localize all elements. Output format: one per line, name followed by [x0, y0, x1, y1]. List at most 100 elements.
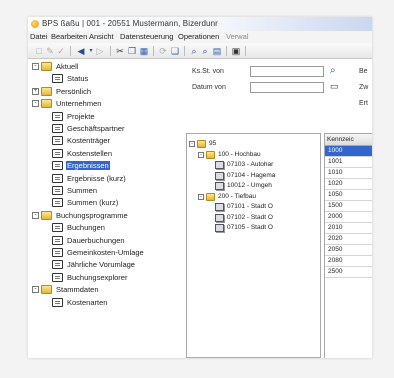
- menu-datensteuerung[interactable]: Datensteuerung: [120, 32, 173, 41]
- project-node-label: 100 - Hochbau: [218, 150, 261, 158]
- menu-verwaltung[interactable]: Verwal: [226, 32, 249, 41]
- print-icon[interactable]: ▣: [231, 46, 241, 56]
- nav-item-projekte[interactable]: Projekte: [43, 111, 176, 122]
- nav-item-jahrliche-vorumlage[interactable]: Jährliche Vorumlage: [43, 260, 176, 270]
- folder-icon: [206, 192, 215, 201]
- project-node-200-tiefbau[interactable]: - 200 - Tiefbau: [198, 192, 319, 202]
- project-node-07105-stadt-o[interactable]: 07105 - Stadt O: [207, 224, 319, 233]
- project-icon: [215, 161, 224, 169]
- nav-item-personlich[interactable]: + Persönlich: [32, 86, 176, 97]
- nav-item-geschaftspartner[interactable]: Geschäftspartner: [43, 124, 176, 134]
- nav-item-aktuell[interactable]: - Aktuell: [32, 62, 176, 72]
- refresh-icon[interactable]: ⟳: [158, 46, 168, 56]
- folder-icon: [41, 62, 52, 71]
- expand-icon[interactable]: +: [32, 87, 39, 95]
- project-node-07101-stadt-o[interactable]: 07101 - Stadt O: [207, 203, 319, 212]
- toolbar-separator: [110, 46, 111, 56]
- calendar-icon[interactable]: ▭: [330, 81, 339, 92]
- nav-item-label: Ergebnissen: [66, 161, 110, 171]
- back-icon[interactable]: ◀: [76, 46, 86, 56]
- nav-item-summen[interactable]: Summen: [43, 186, 176, 196]
- nav-item-gemeinkosten-umlage[interactable]: Gemeinkosten-Umlage: [43, 248, 176, 258]
- nav-item-ergebnissen[interactable]: Ergebnissen: [43, 161, 176, 171]
- project-node-07104-hagema[interactable]: 07104 - Hagema: [207, 171, 319, 181]
- document-icon: [52, 161, 63, 171]
- table-row[interactable]: 1050: [325, 190, 372, 201]
- toolbar-separator: [245, 46, 246, 56]
- menu-ansicht[interactable]: Ansicht: [89, 32, 114, 41]
- table-row[interactable]: 2080: [325, 256, 372, 267]
- table-row[interactable]: 1010: [325, 168, 372, 179]
- nav-item-label: Jährliche Vorumlage: [67, 260, 135, 270]
- table-row[interactable]: 1000: [325, 146, 372, 157]
- project-node-label: 07102 - Stadt O: [227, 213, 273, 221]
- project-node-07103-autohar[interactable]: 07103 - Autohar: [207, 161, 319, 170]
- project-node-label: 07101 - Stadt O: [227, 203, 273, 210]
- nav-item-kostentrager[interactable]: Kostenträger: [43, 136, 176, 146]
- project-icon: [215, 182, 224, 190]
- nav-item-buchungsprogramme[interactable]: - Buchungsprogramme: [32, 210, 176, 221]
- nav-item-kostenarten[interactable]: Kostenarten: [43, 297, 176, 308]
- copy-icon[interactable]: ❐: [127, 46, 137, 56]
- results-grid[interactable]: Kennzeic 1000 1001 1010 1020 1050 1500 2000 201…: [324, 133, 372, 358]
- search-icon[interactable]: ⌕: [330, 65, 336, 76]
- paste-icon[interactable]: ▦: [139, 46, 149, 56]
- find-next-icon[interactable]: ⌕: [200, 46, 210, 56]
- toolbar-separator: [70, 46, 71, 56]
- nav-item-summen-kurz[interactable]: Summen (kurz): [43, 198, 176, 208]
- document-icon: [52, 148, 63, 158]
- project-node-95[interactable]: - 95: [189, 140, 319, 149]
- document-icon: [52, 297, 63, 307]
- cut-icon[interactable]: ✂: [115, 46, 125, 56]
- project-tree[interactable]: -95-100 - Hochbau 07103 - Autohar 07104 - …: [186, 133, 321, 358]
- project-node-label: 07105 - Stadt O: [227, 224, 273, 231]
- nav-item-buchungen[interactable]: Buchungen: [43, 223, 176, 233]
- edit-icon[interactable]: ✎: [45, 46, 55, 56]
- menu-operationen[interactable]: Operationen: [178, 32, 219, 41]
- table-row[interactable]: 2500: [325, 267, 372, 278]
- grid-header-kennzeichen[interactable]: Kennzeic: [325, 134, 372, 146]
- table-row[interactable]: 2050: [325, 245, 372, 256]
- find-icon[interactable]: ⌕: [189, 46, 199, 56]
- table-row[interactable]: 2010: [325, 223, 372, 234]
- table-row[interactable]: 2020: [325, 234, 372, 245]
- navigation-tree[interactable]: - Aktuell Status + Persönlich - Unternehmen Pro…: [28, 60, 180, 358]
- kst-input[interactable]: [250, 66, 324, 77]
- collapse-icon[interactable]: -: [198, 193, 204, 200]
- table-row[interactable]: 2000: [325, 212, 372, 223]
- nav-item-unternehmen[interactable]: - Unternehmen: [32, 99, 176, 109]
- nav-item-dauerbuchungen[interactable]: Dauerbuchungen: [43, 235, 176, 246]
- forward-icon[interactable]: ▷: [95, 46, 105, 56]
- collapse-icon[interactable]: -: [32, 100, 39, 108]
- filter-icon[interactable]: ▤: [212, 46, 222, 56]
- project-node-10012-umgeh[interactable]: 10012 - Umgeh: [207, 182, 319, 191]
- datum-input[interactable]: [250, 82, 324, 93]
- collapse-icon[interactable]: -: [32, 63, 39, 70]
- nav-item-kostenstellen[interactable]: Kostenstellen: [43, 148, 176, 159]
- project-node-label: 07103 - Autohar: [227, 161, 274, 168]
- title-bar: BPS ßaßu | 001 - 20551 Mustermann, Bizer…: [28, 17, 372, 31]
- collapse-icon[interactable]: -: [198, 151, 204, 158]
- table-row[interactable]: 1020: [325, 179, 372, 190]
- menu-bearbeiten[interactable]: Bearbeiten: [51, 32, 87, 41]
- check-icon[interactable]: ✓: [56, 46, 66, 56]
- nav-item-stammdaten[interactable]: - Stammdaten: [32, 285, 176, 295]
- toolbar-separator: [153, 46, 154, 56]
- collapse-icon[interactable]: -: [32, 286, 39, 294]
- nav-item-label: Kostenstellen: [67, 148, 113, 158]
- menu-datei[interactable]: Datei: [30, 32, 48, 41]
- new-icon[interactable]: □: [34, 46, 44, 56]
- project-node-100-hochbau[interactable]: - 100 - Hochbau: [198, 150, 319, 160]
- project-node-label: 07104 - Hagema: [227, 171, 276, 179]
- table-row[interactable]: 1001: [325, 157, 372, 168]
- project-node-07102-stadt-o[interactable]: 07102 - Stadt O: [207, 213, 319, 223]
- nav-item-ergebnisse-kurz[interactable]: Ergebnisse (kurz): [43, 173, 176, 184]
- nav-item-label: Dauerbuchungen: [67, 235, 125, 245]
- nav-item-buchungsexplorer[interactable]: Buchungsexplorer: [43, 272, 176, 283]
- table-row[interactable]: 1500: [325, 201, 372, 212]
- toolbar-separator: [184, 46, 185, 56]
- collapse-icon[interactable]: -: [32, 211, 39, 219]
- duplicate-icon[interactable]: ❏: [170, 46, 180, 56]
- nav-item-status[interactable]: Status: [43, 74, 176, 84]
- collapse-icon[interactable]: -: [189, 141, 195, 147]
